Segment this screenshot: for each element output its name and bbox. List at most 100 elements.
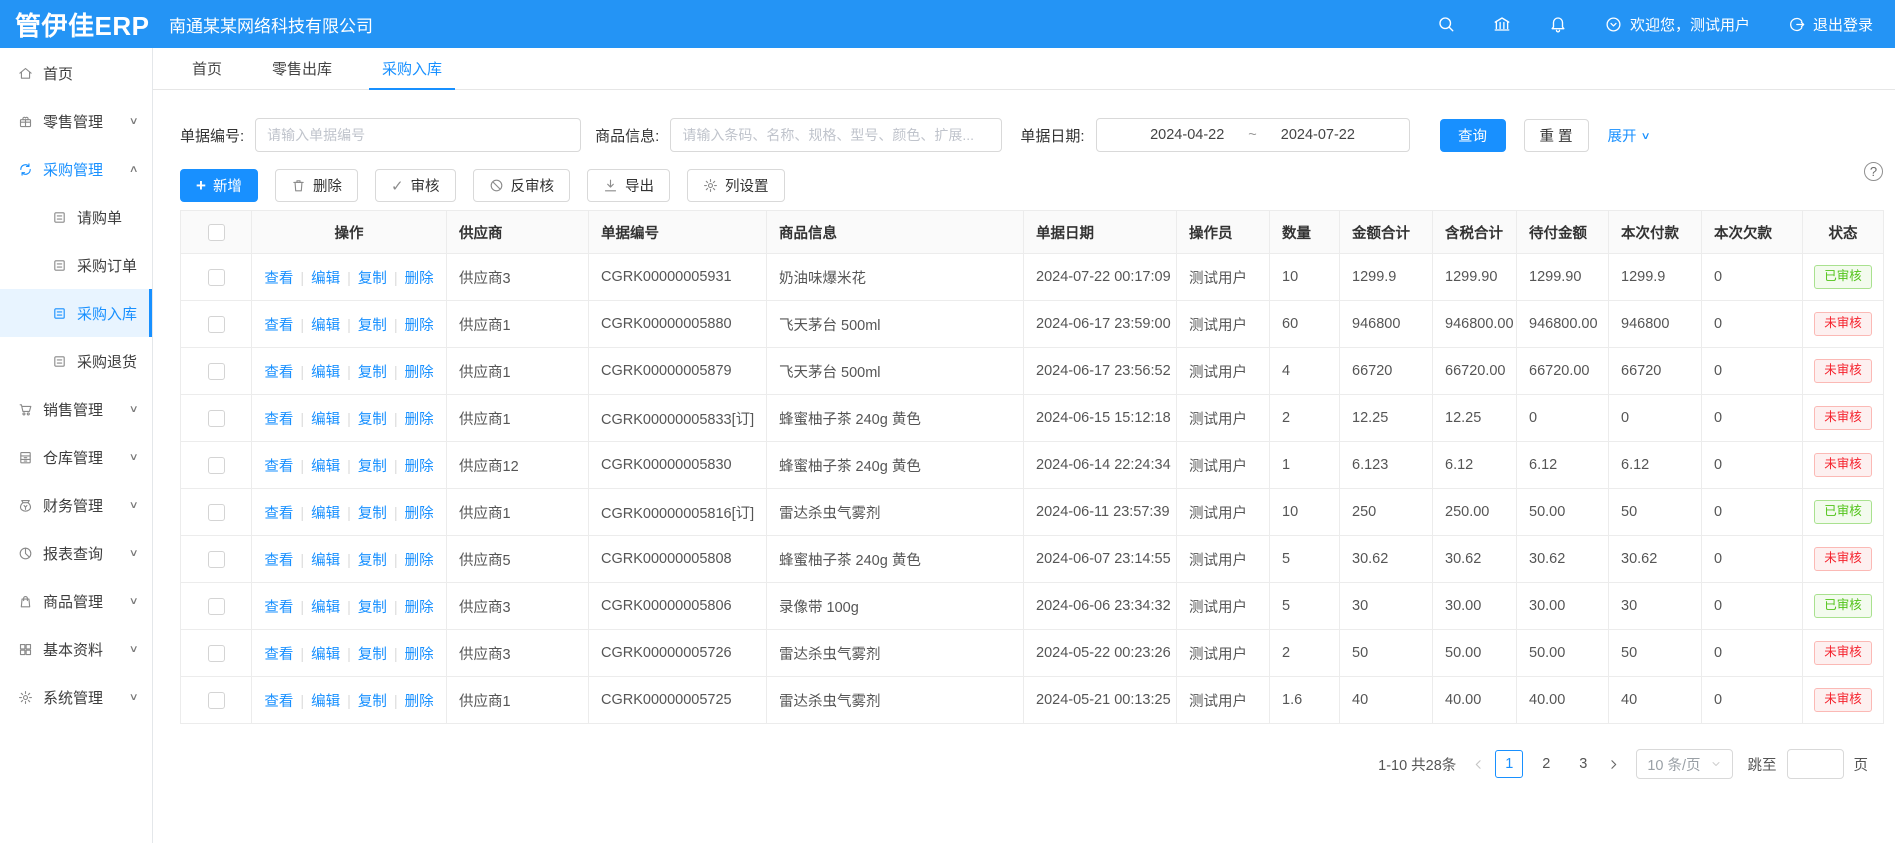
row-action-edit[interactable]: 编辑	[311, 506, 340, 522]
page-number-3[interactable]: 3	[1569, 750, 1597, 778]
row-action-edit[interactable]: 编辑	[311, 694, 340, 710]
sidebar-item-retail-mgmt[interactable]: 零售管理∨	[0, 97, 152, 145]
row-checkbox[interactable]	[208, 504, 225, 521]
sidebar-item-purchase-inbound[interactable]: 采购入库	[0, 289, 152, 337]
row-action-edit[interactable]: 编辑	[311, 600, 340, 616]
row-action-delete[interactable]: 删除	[405, 694, 434, 710]
row-action-edit[interactable]: 编辑	[311, 365, 340, 381]
row-action-edit[interactable]: 编辑	[311, 412, 340, 428]
row-action-view[interactable]: 查看	[264, 647, 293, 663]
expand-link[interactable]: 展开 ∨	[1608, 125, 1649, 146]
row-action-copy[interactable]: 复制	[358, 647, 387, 663]
row-action-delete[interactable]: 删除	[405, 506, 434, 522]
row-action-copy[interactable]: 复制	[358, 506, 387, 522]
row-checkbox[interactable]	[208, 645, 225, 662]
row-action-edit[interactable]: 编辑	[311, 271, 340, 287]
row-action-view[interactable]: 查看	[264, 600, 293, 616]
column-settings-button[interactable]: 列设置	[687, 169, 785, 202]
bank-icon[interactable]	[1493, 15, 1511, 33]
row-action-delete[interactable]: 删除	[405, 459, 434, 475]
row-checkbox[interactable]	[208, 316, 225, 333]
row-action-copy[interactable]: 复制	[358, 412, 387, 428]
row-action-delete[interactable]: 删除	[405, 412, 434, 428]
row-action-view[interactable]: 查看	[264, 412, 293, 428]
row-action-delete[interactable]: 删除	[405, 553, 434, 569]
sidebar-item-home[interactable]: 首页	[0, 49, 152, 97]
cell-qty: 10	[1270, 254, 1340, 301]
row-action-view[interactable]: 查看	[264, 365, 293, 381]
sidebar-item-report-query[interactable]: 报表查询∨	[0, 529, 152, 577]
row-action-copy[interactable]: 复制	[358, 318, 387, 334]
sidebar-item-warehouse-mgmt[interactable]: 仓库管理∨	[0, 433, 152, 481]
row-action-copy[interactable]: 复制	[358, 600, 387, 616]
date-end-value[interactable]: 2024-07-22	[1281, 127, 1355, 143]
page-size-select[interactable]: 10 条/页	[1636, 749, 1732, 779]
row-checkbox[interactable]	[208, 692, 225, 709]
row-action-delete[interactable]: 删除	[405, 365, 434, 381]
logout-button[interactable]: 退出登录	[1788, 14, 1873, 35]
page-number-1[interactable]: 1	[1495, 750, 1523, 778]
date-start-value[interactable]: 2024-04-22	[1150, 127, 1224, 143]
add-button[interactable]: +新增	[180, 169, 258, 202]
row-action-copy[interactable]: 复制	[358, 271, 387, 287]
reset-button[interactable]: 重 置	[1524, 119, 1589, 152]
search-icon[interactable]	[1437, 15, 1455, 33]
row-action-view[interactable]: 查看	[264, 553, 293, 569]
user-menu[interactable]: 欢迎您，测试用户	[1605, 14, 1750, 35]
row-action-copy[interactable]: 复制	[358, 459, 387, 475]
row-action-delete[interactable]: 删除	[405, 318, 434, 334]
row-action-view[interactable]: 查看	[264, 271, 293, 287]
row-action-delete[interactable]: 删除	[405, 600, 434, 616]
sidebar-item-goods-mgmt[interactable]: 商品管理∨	[0, 577, 152, 625]
row-action-view[interactable]: 查看	[264, 694, 293, 710]
sidebar-item-purchase-order[interactable]: 采购订单	[0, 241, 152, 289]
row-action-copy[interactable]: 复制	[358, 694, 387, 710]
date-range-picker[interactable]: 2024-04-22 ~ 2024-07-22	[1096, 118, 1410, 152]
row-checkbox[interactable]	[208, 410, 225, 427]
row-checkbox[interactable]	[208, 363, 225, 380]
row-checkbox[interactable]	[208, 457, 225, 474]
select-all-checkbox[interactable]	[208, 224, 225, 241]
bill-no-input[interactable]	[255, 118, 581, 152]
row-checkbox[interactable]	[208, 551, 225, 568]
tab-purchase-inbound[interactable]: 采购入库	[369, 48, 455, 89]
row-action-delete[interactable]: 删除	[405, 647, 434, 663]
row-action-copy[interactable]: 复制	[358, 553, 387, 569]
export-button[interactable]: 导出	[587, 169, 670, 202]
prev-page-icon[interactable]	[1471, 757, 1486, 772]
sidebar-item-purchase-mgmt[interactable]: 采购管理∧	[0, 145, 152, 193]
column-header: 商品信息	[767, 211, 1024, 254]
sidebar-item-purchase-return[interactable]: 采购退货	[0, 337, 152, 385]
help-icon[interactable]: ?	[1864, 162, 1883, 181]
next-page-icon[interactable]	[1606, 757, 1621, 772]
tab-retail-outbound[interactable]: 零售出库	[259, 48, 345, 89]
cell-qty: 4	[1270, 348, 1340, 395]
jump-page-input[interactable]	[1787, 749, 1844, 779]
product-info-input[interactable]	[670, 118, 1002, 152]
row-action-view[interactable]: 查看	[264, 506, 293, 522]
search-button[interactable]: 查询	[1440, 119, 1506, 152]
tab-home[interactable]: 首页	[179, 48, 235, 89]
page-number-2[interactable]: 2	[1532, 750, 1560, 778]
audit-button[interactable]: ✓审核	[375, 169, 456, 202]
sidebar-item-base-data[interactable]: 基本资料∨	[0, 625, 152, 673]
row-action-copy[interactable]: 复制	[358, 365, 387, 381]
row-action-edit[interactable]: 编辑	[311, 318, 340, 334]
sidebar-item-system-mgmt[interactable]: 系统管理∨	[0, 673, 152, 721]
checkbox-cell	[181, 254, 252, 301]
sidebar-item-sales-mgmt[interactable]: 销售管理∨	[0, 385, 152, 433]
row-checkbox[interactable]	[208, 598, 225, 615]
unaudit-button[interactable]: 反审核	[473, 169, 571, 202]
sidebar-item-finance-mgmt[interactable]: 财务管理∨	[0, 481, 152, 529]
row-checkbox[interactable]	[208, 269, 225, 286]
row-action-edit[interactable]: 编辑	[311, 553, 340, 569]
delete-button[interactable]: 删除	[275, 169, 358, 202]
row-action-view[interactable]: 查看	[264, 459, 293, 475]
row-action-edit[interactable]: 编辑	[311, 459, 340, 475]
bell-icon[interactable]	[1549, 15, 1567, 33]
cell-qty: 1.6	[1270, 677, 1340, 724]
sidebar-item-purchase-request[interactable]: 请购单	[0, 193, 152, 241]
row-action-view[interactable]: 查看	[264, 318, 293, 334]
row-action-delete[interactable]: 删除	[405, 271, 434, 287]
row-action-edit[interactable]: 编辑	[311, 647, 340, 663]
